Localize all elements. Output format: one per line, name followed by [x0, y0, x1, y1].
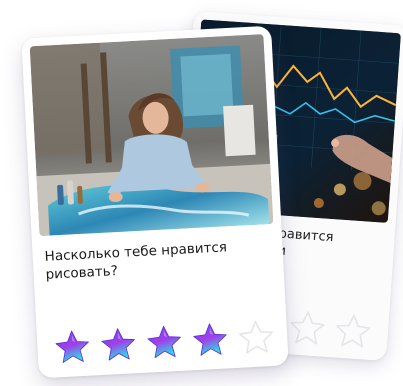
star-filled-icon[interactable]	[98, 325, 138, 365]
front-star-rating[interactable]	[53, 318, 277, 368]
star-filled-icon[interactable]	[53, 328, 93, 368]
star-empty-icon[interactable]	[333, 311, 374, 352]
painting-artist-illustration	[29, 34, 274, 237]
front-card-question: Насколько тебе нравится рисовать?	[44, 239, 228, 283]
rating-cards-stage: равится и	[0, 0, 403, 386]
front-rating-card[interactable]: Насколько тебе нравится рисовать?	[21, 25, 289, 379]
painting-artist-photo	[29, 34, 274, 237]
star-filled-icon[interactable]	[190, 320, 230, 360]
star-empty-icon[interactable]	[287, 308, 328, 349]
star-empty-icon[interactable]	[236, 318, 276, 358]
star-filled-icon[interactable]	[144, 323, 184, 363]
